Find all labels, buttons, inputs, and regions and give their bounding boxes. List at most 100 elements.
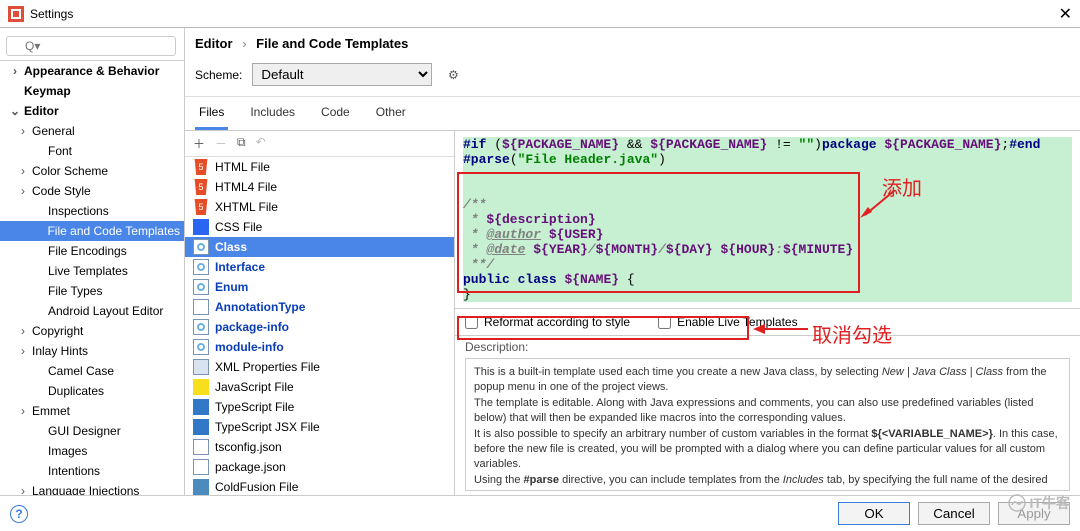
reformat-checkbox[interactable]: Reformat according to style bbox=[465, 315, 630, 329]
tree-node[interactable]: ›Emmet bbox=[0, 401, 184, 421]
file-icon bbox=[193, 259, 209, 275]
description-title: Description: bbox=[455, 336, 1080, 356]
tree-node[interactable]: Live Templates bbox=[0, 261, 184, 281]
template-list-item[interactable]: XHTML File bbox=[185, 197, 454, 217]
description-box: This is a built-in template used each ti… bbox=[465, 358, 1070, 491]
tree-node[interactable]: › Language Injections bbox=[0, 481, 184, 495]
tree-node[interactable]: ›Copyright bbox=[0, 321, 184, 341]
template-editor[interactable]: #if (${PACKAGE_NAME} && ${PACKAGE_NAME} … bbox=[455, 131, 1080, 308]
breadcrumb: Editor › File and Code Templates bbox=[185, 28, 1080, 59]
list-item-label: module-info bbox=[215, 340, 284, 354]
tree-node[interactable]: File Encodings bbox=[0, 241, 184, 261]
tab-files[interactable]: Files bbox=[195, 97, 228, 130]
tree-node[interactable]: Duplicates bbox=[0, 381, 184, 401]
tree-node[interactable]: Android Layout Editor bbox=[0, 301, 184, 321]
template-list-item[interactable]: package.json bbox=[185, 457, 454, 477]
tab-includes[interactable]: Includes bbox=[246, 97, 299, 130]
template-list-item[interactable]: HTML4 File bbox=[185, 177, 454, 197]
template-list-item[interactable]: Enum bbox=[185, 277, 454, 297]
tree-node-label: Camel Case bbox=[48, 364, 114, 378]
window-title: Settings bbox=[30, 7, 1059, 21]
tree-node[interactable]: ›Color Scheme bbox=[0, 161, 184, 181]
template-list-item[interactable]: Interface bbox=[185, 257, 454, 277]
tree-node[interactable]: ⌄Editor bbox=[0, 101, 184, 121]
cancel-button[interactable]: Cancel bbox=[918, 502, 990, 525]
ok-button[interactable]: OK bbox=[838, 502, 910, 525]
template-list-item[interactable]: XML Properties File bbox=[185, 357, 454, 377]
tree-node[interactable]: Font bbox=[0, 141, 184, 161]
tab-other[interactable]: Other bbox=[372, 97, 410, 130]
template-list-item[interactable]: tsconfig.json bbox=[185, 437, 454, 457]
revert-icon[interactable]: ↶ bbox=[256, 135, 266, 152]
search-input[interactable] bbox=[6, 36, 176, 56]
list-item-label: package.json bbox=[215, 460, 286, 474]
list-item-label: AnnotationType bbox=[215, 300, 305, 314]
template-list-item[interactable]: TypeScript JSX File bbox=[185, 417, 454, 437]
tree-node[interactable]: ›Code Style bbox=[0, 181, 184, 201]
template-tabs: Files Includes Code Other bbox=[185, 97, 1080, 131]
template-list-item[interactable]: module-info bbox=[185, 337, 454, 357]
scheme-select[interactable]: Default bbox=[252, 63, 432, 86]
file-icon bbox=[193, 439, 209, 455]
template-list-item[interactable]: ColdFusion File bbox=[185, 477, 454, 495]
template-list-item[interactable]: TypeScript File bbox=[185, 397, 454, 417]
tree-node-label: Font bbox=[48, 144, 72, 158]
tree-node-label: Intentions bbox=[48, 464, 100, 478]
list-item-label: XML Properties File bbox=[215, 360, 320, 374]
apply-button[interactable]: Apply bbox=[998, 502, 1070, 525]
tree-node-label: File Encodings bbox=[48, 244, 127, 258]
list-item-label: HTML File bbox=[215, 160, 270, 174]
tab-code[interactable]: Code bbox=[317, 97, 354, 130]
template-list-item[interactable]: CSS File bbox=[185, 217, 454, 237]
file-icon bbox=[193, 299, 209, 315]
template-list-item[interactable]: Class bbox=[185, 237, 454, 257]
file-icon bbox=[193, 199, 209, 215]
chevron-icon: › bbox=[18, 344, 28, 358]
chevron-icon: › bbox=[18, 484, 28, 495]
app-icon bbox=[8, 6, 24, 22]
chevron-icon: › bbox=[18, 184, 28, 198]
tree-node-label: Live Templates bbox=[48, 264, 128, 278]
plus-icon[interactable]: ＋ bbox=[193, 135, 205, 152]
tree-node-label: Color Scheme bbox=[32, 164, 108, 178]
minus-icon[interactable]: － bbox=[215, 135, 227, 152]
chevron-right-icon: › bbox=[242, 36, 246, 51]
tree-node[interactable]: Camel Case bbox=[0, 361, 184, 381]
list-item-label: HTML4 File bbox=[215, 180, 277, 194]
live-templates-checkbox[interactable]: Enable Live Templates bbox=[658, 315, 798, 329]
file-icon bbox=[193, 359, 209, 375]
tree-node[interactable]: File Types bbox=[0, 281, 184, 301]
list-item-label: Interface bbox=[215, 260, 265, 274]
template-list-item[interactable]: AnnotationType bbox=[185, 297, 454, 317]
tree-node-label: Copyright bbox=[32, 324, 83, 338]
tree-node-label: General bbox=[32, 124, 75, 138]
tree-node[interactable]: ›General bbox=[0, 121, 184, 141]
scheme-label: Scheme: bbox=[195, 68, 242, 82]
tree-node[interactable]: Keymap bbox=[0, 81, 184, 101]
template-list-item[interactable]: JavaScript File bbox=[185, 377, 454, 397]
settings-tree[interactable]: ›Appearance & BehaviorKeymap⌄Editor›Gene… bbox=[0, 28, 185, 495]
tree-node[interactable]: ›Appearance & Behavior bbox=[0, 61, 184, 81]
breadcrumb-b: File and Code Templates bbox=[256, 36, 408, 51]
template-list-item[interactable]: package-info bbox=[185, 317, 454, 337]
template-list-item[interactable]: HTML File bbox=[185, 157, 454, 177]
breadcrumb-a: Editor bbox=[195, 36, 233, 51]
file-icon bbox=[193, 179, 209, 195]
file-icon bbox=[193, 159, 209, 175]
gear-icon[interactable]: ⚙ bbox=[442, 64, 464, 86]
titlebar: Settings ✕ bbox=[0, 0, 1080, 28]
tree-node[interactable]: ›Inlay Hints bbox=[0, 341, 184, 361]
tree-node[interactable]: Images bbox=[0, 441, 184, 461]
tree-node[interactable]: Inspections bbox=[0, 201, 184, 221]
list-item-label: Class bbox=[215, 240, 247, 254]
copy-icon[interactable]: ⧉ bbox=[237, 135, 246, 152]
tree-node[interactable]: GUI Designer bbox=[0, 421, 184, 441]
file-icon bbox=[193, 339, 209, 355]
file-icon bbox=[193, 479, 209, 495]
tree-node[interactable]: Intentions bbox=[0, 461, 184, 481]
tree-node-label: Language Injections bbox=[32, 484, 139, 495]
tree-node[interactable]: File and Code Templates bbox=[0, 221, 184, 241]
tree-node-label: Emmet bbox=[32, 404, 70, 418]
close-icon[interactable]: ✕ bbox=[1059, 4, 1072, 24]
help-icon[interactable]: ? bbox=[10, 505, 28, 523]
